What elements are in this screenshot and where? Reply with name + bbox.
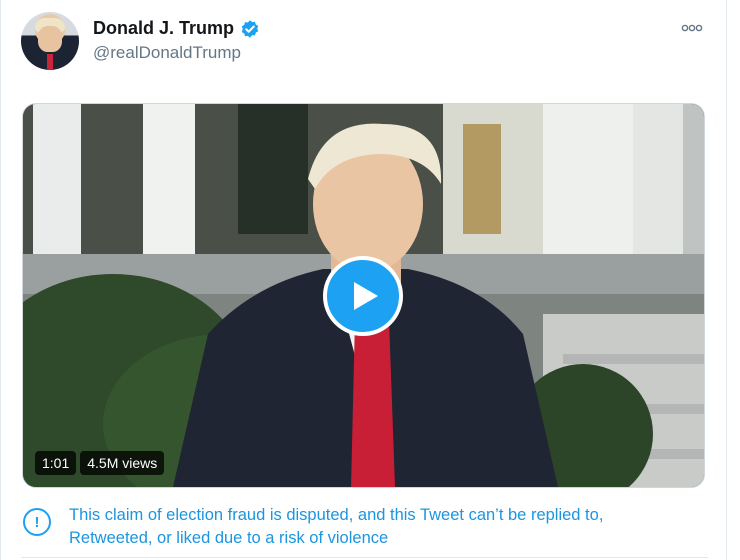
play-button[interactable] [323, 256, 403, 336]
video-badges: 1:01 4.5M views [35, 451, 165, 475]
author-row: Donald J. Trump [93, 18, 260, 39]
exclamation-icon: ! [23, 508, 51, 536]
play-icon [354, 282, 378, 310]
notice-text[interactable]: This claim of election fraud is disputed… [69, 504, 689, 550]
avatar[interactable] [21, 12, 79, 70]
avatar-face [38, 26, 62, 52]
author-name[interactable]: Donald J. Trump [93, 18, 234, 39]
tweet-card: Donald J. Trump @realDonaldTrump 1:01 4.… [0, 0, 727, 560]
video-view-count: 4.5M views [80, 451, 165, 475]
more-horizontal-icon[interactable] [681, 20, 703, 36]
verified-badge-icon [240, 19, 260, 39]
avatar-tie [47, 54, 53, 70]
disputed-notice[interactable]: ! This claim of election fraud is disput… [23, 504, 689, 550]
video-duration: 1:01 [35, 451, 77, 475]
divider [21, 557, 708, 558]
video-player[interactable]: 1:01 4.5M views [22, 103, 705, 488]
author-handle[interactable]: @realDonaldTrump [93, 43, 241, 63]
